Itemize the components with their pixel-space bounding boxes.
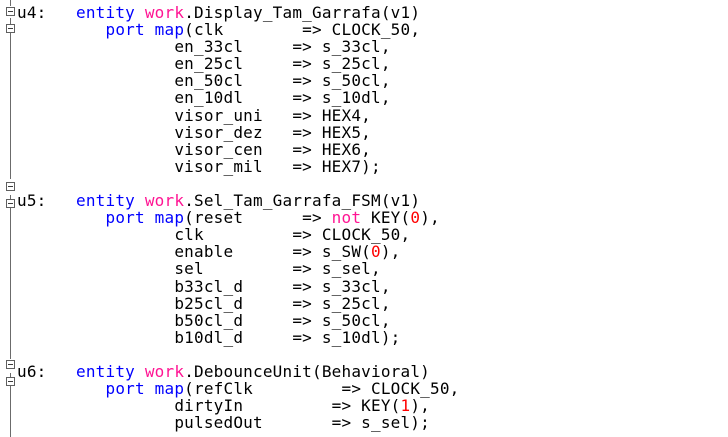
fold-minus-icon[interactable] (6, 24, 15, 33)
code-line: visor_uni => HEX4, (17, 107, 460, 124)
code-line: en_33cl => s_33cl, (17, 38, 460, 55)
code-line: b10dl_d => s_10dl); (17, 329, 460, 346)
code-line: en_25cl => s_25cl, (17, 55, 460, 72)
code-line: visor_dez => HEX5, (17, 124, 460, 141)
code-line: visor_cen => HEX6, (17, 141, 460, 158)
fold-gutter-line-u4-end (10, 171, 11, 179)
code-line: b25cl_d => s_25cl, (17, 295, 460, 312)
code-line: clk => CLOCK_50, (17, 226, 460, 243)
code-line: pulsedOut => s_sel); (17, 414, 460, 431)
code-line: u5: entity work.Sel_Tam_Garrafa_FSM(v1) (17, 192, 460, 209)
code-line: en_10dl => s_10dl, (17, 89, 460, 106)
code-line: dirtyIn => KEY(1), (17, 397, 460, 414)
code-line: b33cl_d => s_33cl, (17, 277, 460, 295)
code-line: u4: entity work.Display_Tam_Garrafa(v1) (17, 4, 460, 21)
code-token: b10dl_d => s_10dl); (17, 327, 401, 347)
code-editor[interactable]: u4: entity work.Display_Tam_Garrafa(v1) … (0, 0, 728, 437)
code-line: enable => s_SW(0), (17, 243, 460, 260)
code-token: ), (420, 208, 440, 228)
code-line: port map(clk => CLOCK_50, (17, 21, 460, 38)
fold-minus-icon[interactable] (6, 7, 15, 16)
fold-minus-icon[interactable] (6, 199, 15, 208)
code-line: port map(reset => not KEY(0), (17, 209, 460, 226)
code-line: visor_mil => HEX7); (17, 158, 460, 175)
fold-gutter-line-top (10, 0, 11, 6)
code-line: en_50cl => s_50cl, (17, 72, 460, 89)
code-token: pulsedOut => s_sel); (17, 413, 430, 433)
code-line: sel => s_sel, (17, 260, 460, 277)
fold-minus-icon[interactable] (6, 182, 15, 191)
code-token-num: 0 (410, 208, 421, 228)
code-line: u6: entity work.DebounceUnit(Behavioral) (17, 363, 460, 380)
code-line: port map(refClk => CLOCK_50, (17, 380, 460, 397)
fold-minus-icon[interactable] (6, 360, 15, 369)
code-token: ), (380, 242, 401, 262)
code-token: visor_mil => HEX7); (17, 156, 381, 176)
fold-gutter-line-u4 (10, 18, 11, 171)
vhdl-code[interactable]: u4: entity work.Display_Tam_Garrafa(v1) … (17, 4, 460, 431)
code-line: b50cl_d => s_50cl, (17, 312, 460, 329)
fold-gutter-line-u5 (10, 195, 11, 349)
fold-gutter-line-u5-end (10, 349, 11, 359)
fold-minus-icon[interactable] (6, 377, 15, 386)
